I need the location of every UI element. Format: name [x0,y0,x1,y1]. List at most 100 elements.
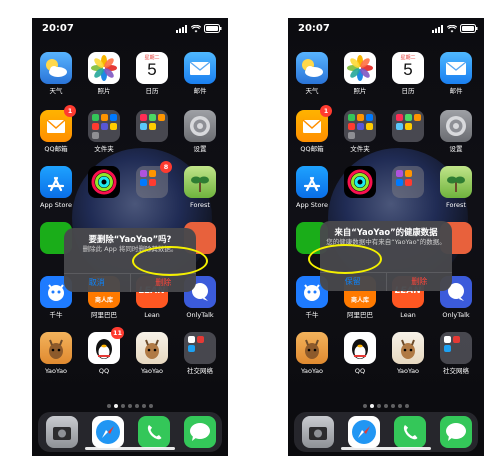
delete-button[interactable]: 删除 [131,274,197,292]
app-app-store[interactable]: App Store [34,166,78,224]
cellular-signal-icon [432,24,443,33]
folder-icon [344,110,376,142]
dock [38,412,222,452]
page-dot [121,404,125,408]
alert-message: 您的健康数据中有来自“YaoYao”的数据。 [326,238,446,246]
home-indicator[interactable] [85,447,175,450]
phone-screen-right: 20:07 天气 照片 星期二 5 日历 邮件 1 QQ邮箱 文件夹 设置 Ap… [288,18,484,456]
app-photos[interactable]: 照片 [338,52,382,110]
app-folder[interactable]: 文件夹 [82,110,126,168]
app-folder-3[interactable] [386,166,430,224]
qq-penguin-icon [344,332,376,364]
app-folder-2[interactable] [386,110,430,168]
app-label: App Store [40,201,72,209]
home-indicator[interactable] [341,447,431,450]
gear-icon [440,110,472,142]
keep-button[interactable]: 保留 [320,273,386,291]
messages-icon[interactable] [440,416,472,448]
app-label: 天气 [305,87,319,95]
app-label: 日历 [401,87,415,95]
app-store-icon [40,166,72,198]
app-forest[interactable]: Forest [434,166,478,224]
safari-compass-icon[interactable] [92,416,124,448]
yaoyao-deer-icon [40,332,72,364]
folder-icon [440,332,472,364]
phone-icon[interactable] [138,416,170,448]
app-mail[interactable]: 邮件 [434,52,478,110]
app-settings[interactable]: 设置 [178,110,222,168]
camera-icon[interactable] [302,416,334,448]
page-dot [398,404,402,408]
app-yaoyao-2[interactable]: YaoYao [130,332,174,390]
app-weather[interactable]: 天气 [290,52,334,110]
phone-icon[interactable] [394,416,426,448]
app-qq-mail[interactable]: 1 QQ邮箱 [34,105,78,168]
folder-icon [392,166,424,198]
page-dot-active [370,404,374,408]
app-label: 千牛 [305,311,319,319]
page-dot [363,404,367,408]
app-calendar[interactable]: 星期二 5 日历 [386,52,430,110]
calendar-icon: 星期二 5 [136,52,168,84]
app-qq[interactable]: 11 QQ [82,327,126,390]
app-forest[interactable]: Forest [178,166,222,224]
messages-icon[interactable] [184,416,216,448]
app-activity[interactable] [338,166,382,224]
app-social-folder[interactable]: 社交网络 [434,332,478,390]
camera-icon[interactable] [46,416,78,448]
app-calendar[interactable]: 星期二 5 日历 [130,52,174,110]
app-folder[interactable]: 文件夹 [338,110,382,168]
app-settings[interactable]: 设置 [434,110,478,168]
app-photos[interactable]: 照片 [82,52,126,110]
app-label: YaoYao [140,367,164,375]
folder-icon [136,110,168,142]
app-label: 文件夹 [94,145,114,153]
app-yaoyao[interactable]: YaoYao [290,332,334,390]
app-folder-3[interactable]: 8 [130,161,174,224]
app-app-store[interactable]: App Store [290,166,334,224]
yaoyao-deer-icon [136,332,168,364]
cancel-button[interactable]: 取消 [64,274,130,292]
page-dot-active [114,404,118,408]
app-label: 千牛 [49,311,63,319]
photos-icon [344,52,376,84]
app-mail[interactable]: 邮件 [178,52,222,110]
alibaba-logo-text: 商人库 [94,297,113,304]
phone-screen-left: 20:07 天气 照片 星期二 5 日历 邮件 1 QQ邮箱 文件夹 设置 Ap… [32,18,228,456]
app-qq-mail[interactable]: 1 QQ邮箱 [290,105,334,168]
app-weather[interactable]: 天气 [34,52,78,110]
status-bar: 20:07 [288,18,484,40]
app-label: YaoYao [44,367,68,375]
delete-button[interactable]: 删除 [387,273,453,291]
app-yaoyao[interactable]: YaoYao [34,332,78,390]
app-label: Forest [446,201,466,209]
app-label: 文件夹 [350,145,370,153]
app-label: 天气 [49,87,63,95]
app-label: QQ [98,367,110,375]
page-dot [107,404,111,408]
battery-icon [460,24,478,33]
app-label: 照片 [353,87,367,95]
page-indicator[interactable] [363,404,409,408]
app-label: 阿里巴巴 [91,311,117,319]
page-indicator[interactable] [107,404,153,408]
app-yaoyao-2[interactable]: YaoYao [386,332,430,390]
dock [294,412,478,452]
app-label: App Store [296,201,328,209]
notification-badge: 8 [160,161,172,173]
alert-title: 要删除“YaoYao”吗? [88,234,172,244]
page-dot [405,404,409,408]
page-dot [377,404,381,408]
status-time: 20:07 [42,23,74,34]
activity-rings-icon [88,166,120,198]
app-qq[interactable]: QQ [338,332,382,390]
gear-icon [184,110,216,142]
forest-tree-icon [440,166,472,198]
yaoyao-deer-icon [296,332,328,364]
app-folder-2[interactable] [130,110,174,168]
app-social-folder[interactable]: 社交网络 [178,332,222,390]
safari-compass-icon[interactable] [348,416,380,448]
app-activity[interactable] [82,166,126,224]
app-label: OnlyTalk [442,311,470,319]
folder-icon [88,110,120,142]
